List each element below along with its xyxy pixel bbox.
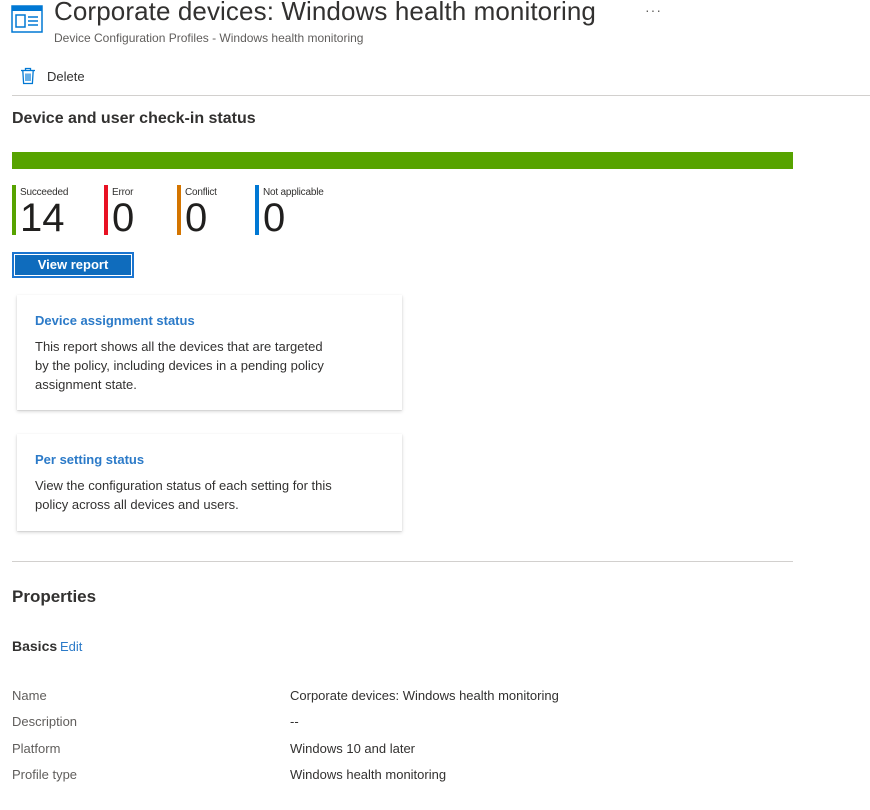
progress-fill-succeeded	[12, 152, 793, 169]
checkin-progress-bar	[12, 152, 793, 169]
stat-error: Error 0	[104, 185, 135, 240]
per-setting-status-card[interactable]: Per setting status View the configuratio…	[17, 434, 402, 531]
stat-conflict: Conflict 0	[177, 185, 217, 240]
breadcrumb: Device Configuration Profiles - Windows …	[54, 31, 364, 45]
card-title[interactable]: Device assignment status	[35, 313, 384, 328]
toolbar-divider	[12, 95, 870, 96]
property-key: Name	[12, 688, 47, 703]
basics-heading: Basics	[12, 638, 58, 654]
property-row-name: Name Corporate devices: Windows health m…	[12, 688, 812, 708]
checkin-status-heading: Device and user check-in status	[12, 110, 256, 127]
error-indicator	[104, 185, 108, 235]
stat-value: 14	[20, 196, 65, 240]
property-row-profile-type: Profile type Windows health monitoring	[12, 767, 812, 787]
delete-button[interactable]: Delete	[20, 64, 85, 88]
property-key: Description	[12, 714, 78, 729]
card-title[interactable]: Per setting status	[35, 452, 384, 467]
stat-value: 0	[112, 196, 135, 240]
page-title: Corporate devices: Windows health monito…	[54, 0, 596, 26]
property-value: --	[290, 714, 299, 729]
stat-value: 0	[185, 196, 208, 240]
view-report-button[interactable]: View report	[12, 252, 134, 278]
stat-not-applicable: Not applicable 0	[255, 185, 324, 240]
property-value: Windows health monitoring	[290, 767, 447, 782]
card-description: This report shows all the devices that a…	[35, 339, 324, 392]
property-key: Platform	[12, 741, 61, 756]
card-description: View the configuration status of each se…	[35, 478, 332, 512]
section-divider	[12, 561, 793, 562]
property-key: Profile type	[12, 767, 78, 782]
stat-value: 0	[263, 196, 286, 240]
properties-heading: Properties	[12, 587, 97, 606]
property-row-description: Description --	[12, 714, 812, 734]
trash-icon	[21, 67, 35, 85]
succeeded-indicator	[12, 185, 16, 235]
edit-basics-link[interactable]: Edit	[60, 639, 82, 654]
property-value: Corporate devices: Windows health monito…	[290, 688, 559, 703]
command-bar: Delete	[0, 60, 870, 96]
more-options-icon[interactable]: ···	[645, 2, 662, 18]
property-value: Windows 10 and later	[290, 741, 416, 756]
stat-succeeded: Succeeded 14	[12, 185, 68, 240]
property-row-platform: Platform Windows 10 and later	[12, 741, 812, 761]
page-header: Corporate devices: Windows health monito…	[0, 0, 870, 52]
delete-label: Delete	[47, 68, 85, 84]
profile-icon	[11, 5, 43, 33]
device-assignment-status-card[interactable]: Device assignment status This report sho…	[17, 295, 402, 410]
not-applicable-indicator	[255, 185, 259, 235]
conflict-indicator	[177, 185, 181, 235]
